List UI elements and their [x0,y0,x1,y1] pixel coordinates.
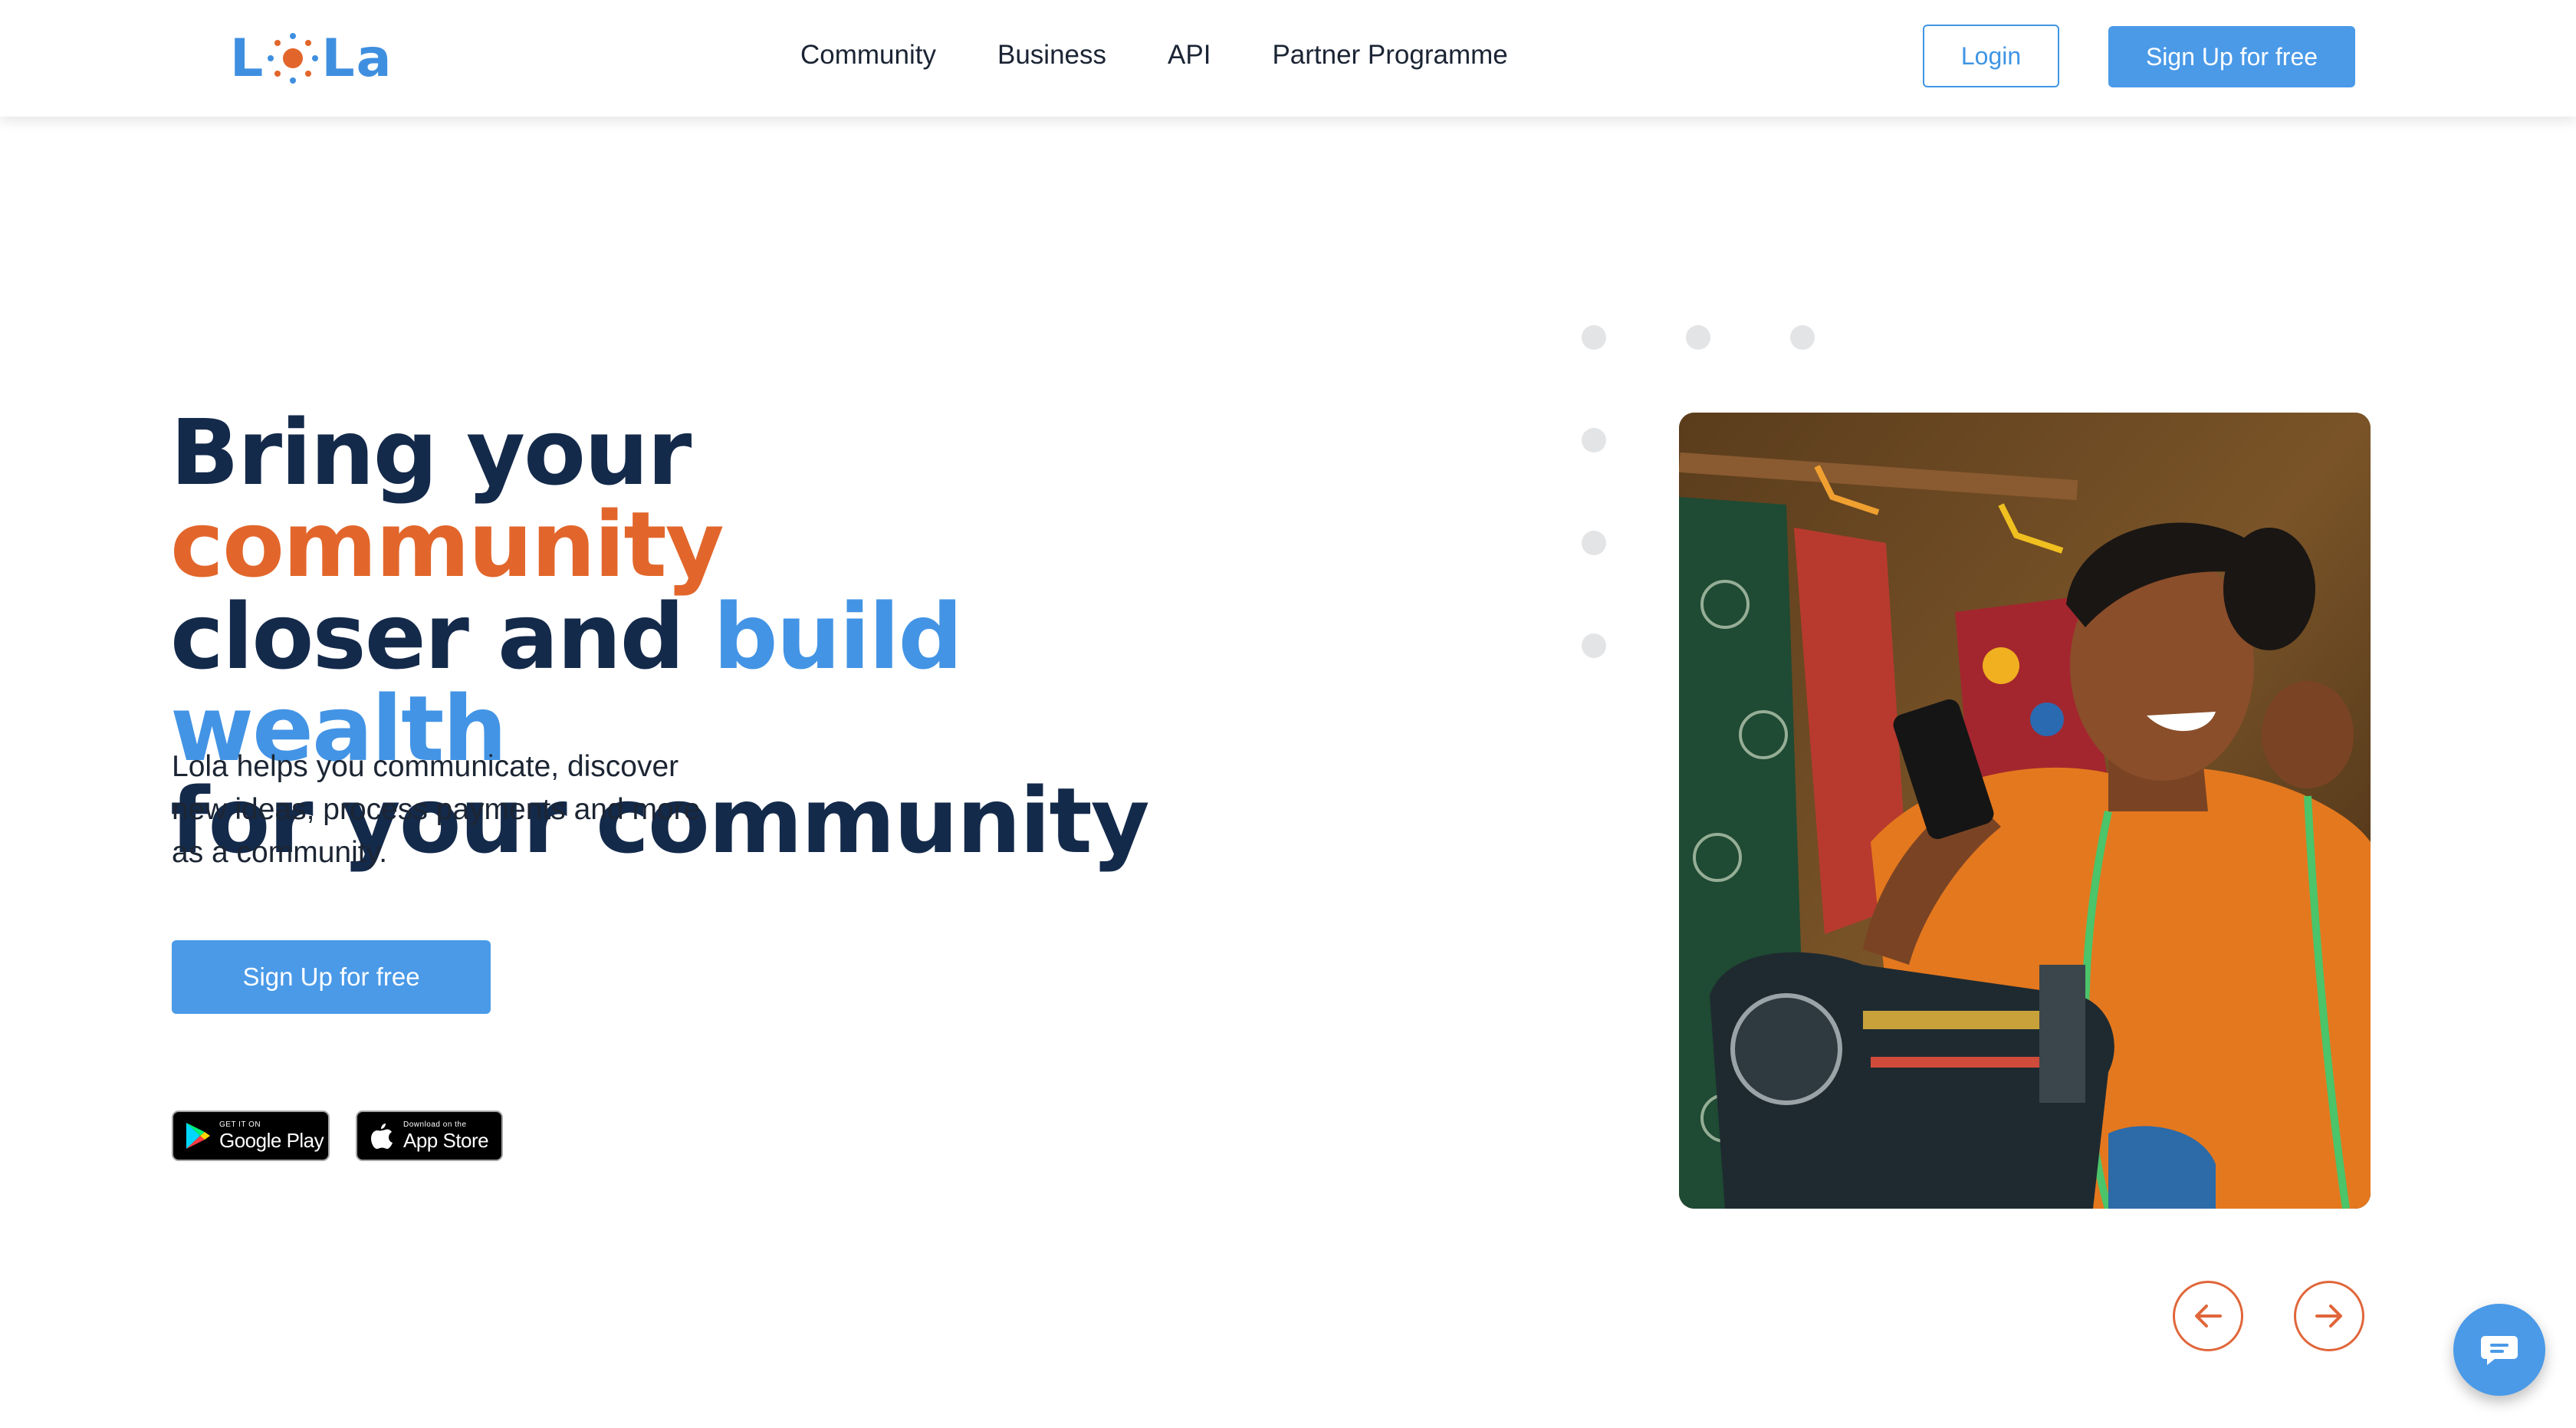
apple-icon [366,1120,397,1151]
headline-part-3: closer and [170,584,714,689]
nav-business[interactable]: Business [997,34,1106,77]
lola-logo[interactable]: L La [230,25,393,92]
site-header: L La Community Business API Partner Prog… [0,0,2576,117]
arrow-right-icon [2315,1305,2342,1328]
nav-api[interactable]: API [1168,34,1211,77]
app-store-label: App Store [403,1129,489,1152]
header-signup-button[interactable]: Sign Up for free [2108,26,2355,87]
google-play-icon [182,1120,213,1151]
chat-bubble-icon [2481,1336,2518,1365]
hero-photo [1679,413,2371,1209]
chat-widget-button[interactable] [2453,1304,2545,1396]
decor-dot [1790,325,1815,350]
google-play-small-text: GET IT ON [219,1120,261,1129]
app-store-small-text: Download on the [403,1120,467,1129]
arrow-left-icon [2195,1305,2222,1328]
logo-wordmark: L La [230,28,393,89]
nav-partner-programme[interactable]: Partner Programme [1272,34,1507,77]
decor-dot [1582,428,1606,452]
hero-description: Lola helps you communicate, discover new… [172,750,701,869]
nav-community[interactable]: Community [800,34,936,77]
google-play-label: Google Play [219,1129,324,1152]
hero-signup-button[interactable]: Sign Up for free [172,940,491,1014]
headline-highlight-community: community [170,492,724,597]
headline-part-1: Bring your [170,400,692,505]
sun-icon [268,33,319,84]
login-button[interactable]: Login [1923,25,2059,87]
decor-dot [1582,325,1606,350]
app-store-badge[interactable]: Download on the App Store [356,1110,503,1161]
google-play-badge[interactable]: GET IT ON Google Play [172,1110,330,1161]
decor-dot [1582,531,1606,555]
main-nav: Community Business API Partner Programme [800,34,1508,77]
decor-dot [1582,633,1606,658]
decor-dot [1686,325,1710,350]
carousel-prev-button[interactable] [2173,1281,2243,1351]
carousel-next-button[interactable] [2294,1281,2364,1351]
